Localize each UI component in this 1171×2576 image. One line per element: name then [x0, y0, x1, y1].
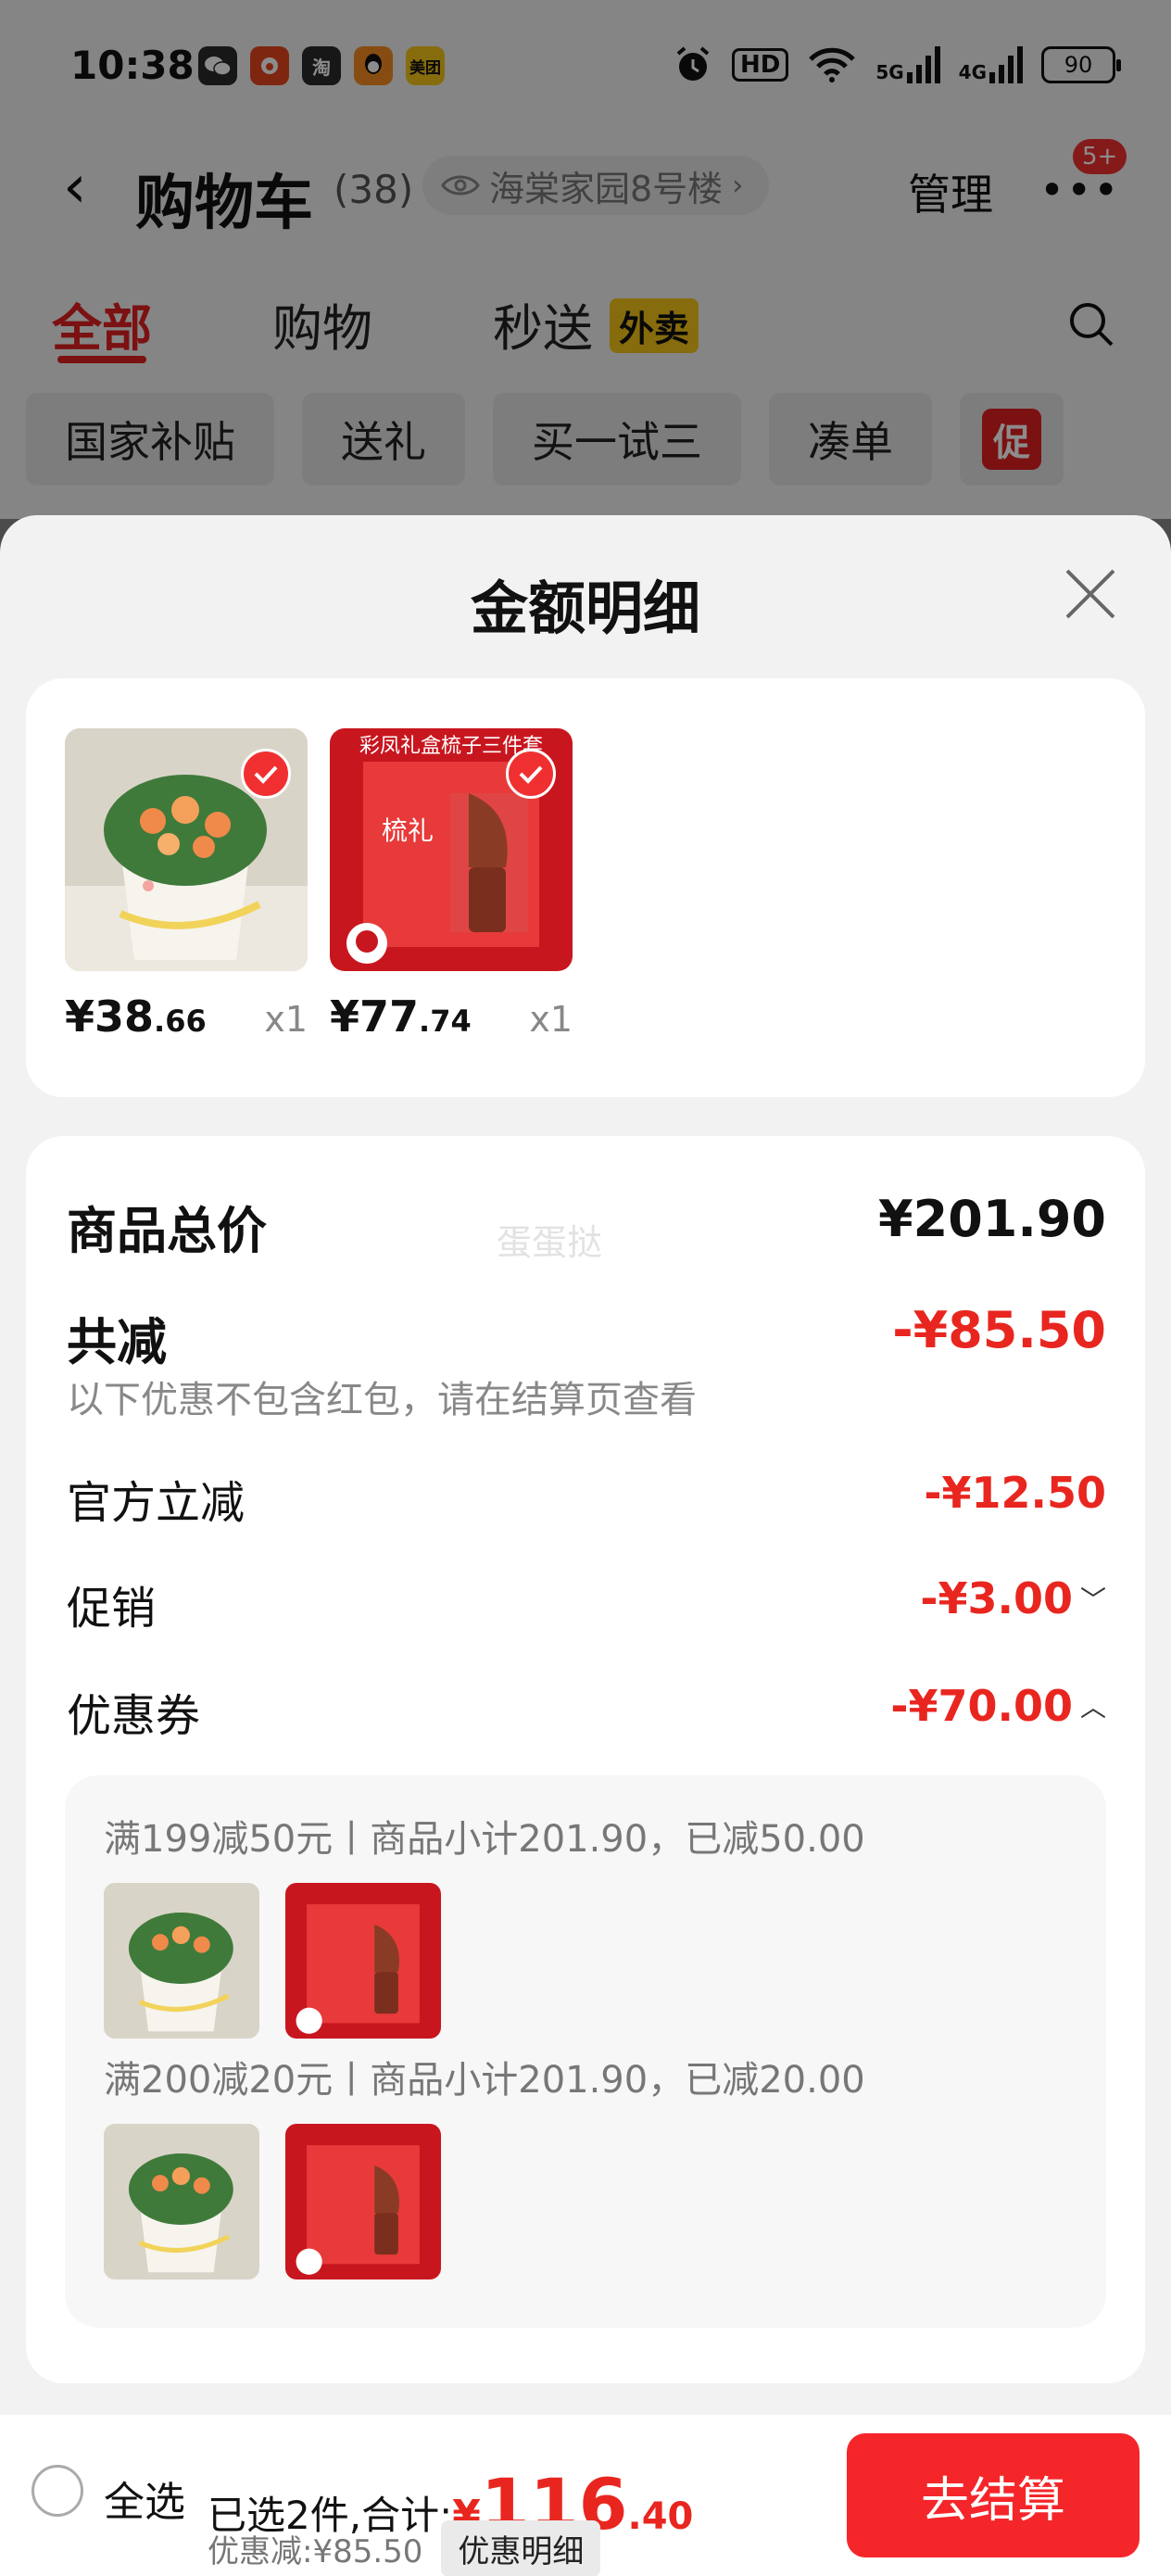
coupon-rule: 满200减20元丨商品小计201.90，已减20.00 — [104, 2059, 865, 2102]
watermark: 蛋蛋挞 — [497, 1222, 603, 1263]
item-price-dec: .74 — [419, 1004, 472, 1039]
total-discount-label: 共减 — [67, 1313, 167, 1371]
discount-note: 以下优惠不包含红包，请在结算页查看 — [67, 1379, 697, 1421]
item-price-int: ¥38 — [65, 991, 155, 1042]
subtotal-label: 商品总价 — [67, 1202, 267, 1260]
promotion-amount: -¥3.00 — [920, 1573, 1073, 1623]
coupon-toggle[interactable]: -¥70.00 ︿ — [890, 1681, 1106, 1731]
official-discount-amount: -¥12.50 — [924, 1468, 1106, 1518]
subtotal-amount: ¥201.90 — [878, 1190, 1106, 1248]
promotion-toggle[interactable]: -¥3.00 ﹀ — [920, 1573, 1106, 1623]
selected-items-card: ¥38.66 x1 彩凤礼盒梳子三件套 梳礼 ¥77.74 x1 — [26, 678, 1145, 1097]
coupon-details: 满199减50元丨商品小计201.90，已减50.00 满200减20元丨商品小… — [65, 1775, 1106, 2328]
item-price-int: ¥77 — [330, 991, 420, 1042]
total-discount-amount: -¥85.50 — [892, 1301, 1106, 1359]
official-discount-label: 官方立减 — [67, 1477, 246, 1529]
checked-icon — [241, 749, 291, 799]
chevron-up-icon: ︿ — [1079, 1692, 1106, 1723]
select-all-label[interactable]: 全选 — [104, 2469, 185, 2528]
item-price: ¥38.66 — [65, 991, 207, 1042]
selected-item[interactable]: ¥38.66 x1 — [65, 728, 308, 1042]
coupon-rule: 满199减50元丨商品小计201.90，已减50.00 — [104, 1818, 865, 1861]
discount-summary: 优惠减:¥85.50 优惠明细 — [208, 2520, 601, 2576]
select-all-radio[interactable] — [31, 2465, 83, 2517]
close-icon[interactable] — [1062, 565, 1119, 623]
coupon-amount: -¥70.00 — [890, 1681, 1073, 1731]
item-price: ¥77.74 — [330, 991, 472, 1042]
promotion-label: 促销 — [67, 1583, 157, 1635]
item-quantity: x1 — [529, 999, 573, 1040]
discount-text: 优惠减:¥85.50 — [208, 2533, 423, 2570]
coupon-item-flower-image — [104, 1883, 259, 2039]
grand-total-dec: .40 — [627, 2495, 694, 2538]
coupon-item-flower-image — [104, 2124, 259, 2279]
coupon-label: 优惠券 — [67, 1690, 201, 1742]
coupon-item-comb-image — [285, 1883, 441, 2039]
comb-gift-box-image: 彩凤礼盒梳子三件套 梳礼 — [330, 728, 573, 971]
checked-icon — [506, 749, 556, 799]
item-quantity: x1 — [264, 999, 308, 1040]
selected-item[interactable]: 彩凤礼盒梳子三件套 梳礼 ¥77.74 x1 — [330, 728, 573, 1042]
coupon-item-comb-image — [285, 2124, 441, 2279]
flower-bouquet-image — [65, 728, 308, 971]
discount-detail-button[interactable]: 优惠明细 — [441, 2520, 601, 2576]
amount-detail-sheet: 金额明细 ¥38.66 x1 彩凤礼盒梳子三件套 梳礼 ¥77.74 x1 蛋蛋… — [0, 515, 1171, 2576]
price-breakdown-card: 蛋蛋挞 商品总价 ¥201.90 共减 -¥85.50 以下优惠不包含红包，请在… — [26, 1136, 1145, 2383]
official-discount-value: -¥12.50 — [924, 1468, 1106, 1518]
checkout-bar: 全选 已选2件,合计:¥116.40 优惠减:¥85.50 优惠明细 去结算 — [0, 2415, 1171, 2576]
box-glyph: 梳礼 — [382, 816, 434, 846]
checkout-button[interactable]: 去结算 — [847, 2433, 1140, 2557]
item-price-dec: .66 — [154, 1004, 207, 1039]
sheet-title: 金额明细 — [470, 575, 700, 642]
chevron-down-icon: ﹀ — [1079, 1585, 1106, 1615]
